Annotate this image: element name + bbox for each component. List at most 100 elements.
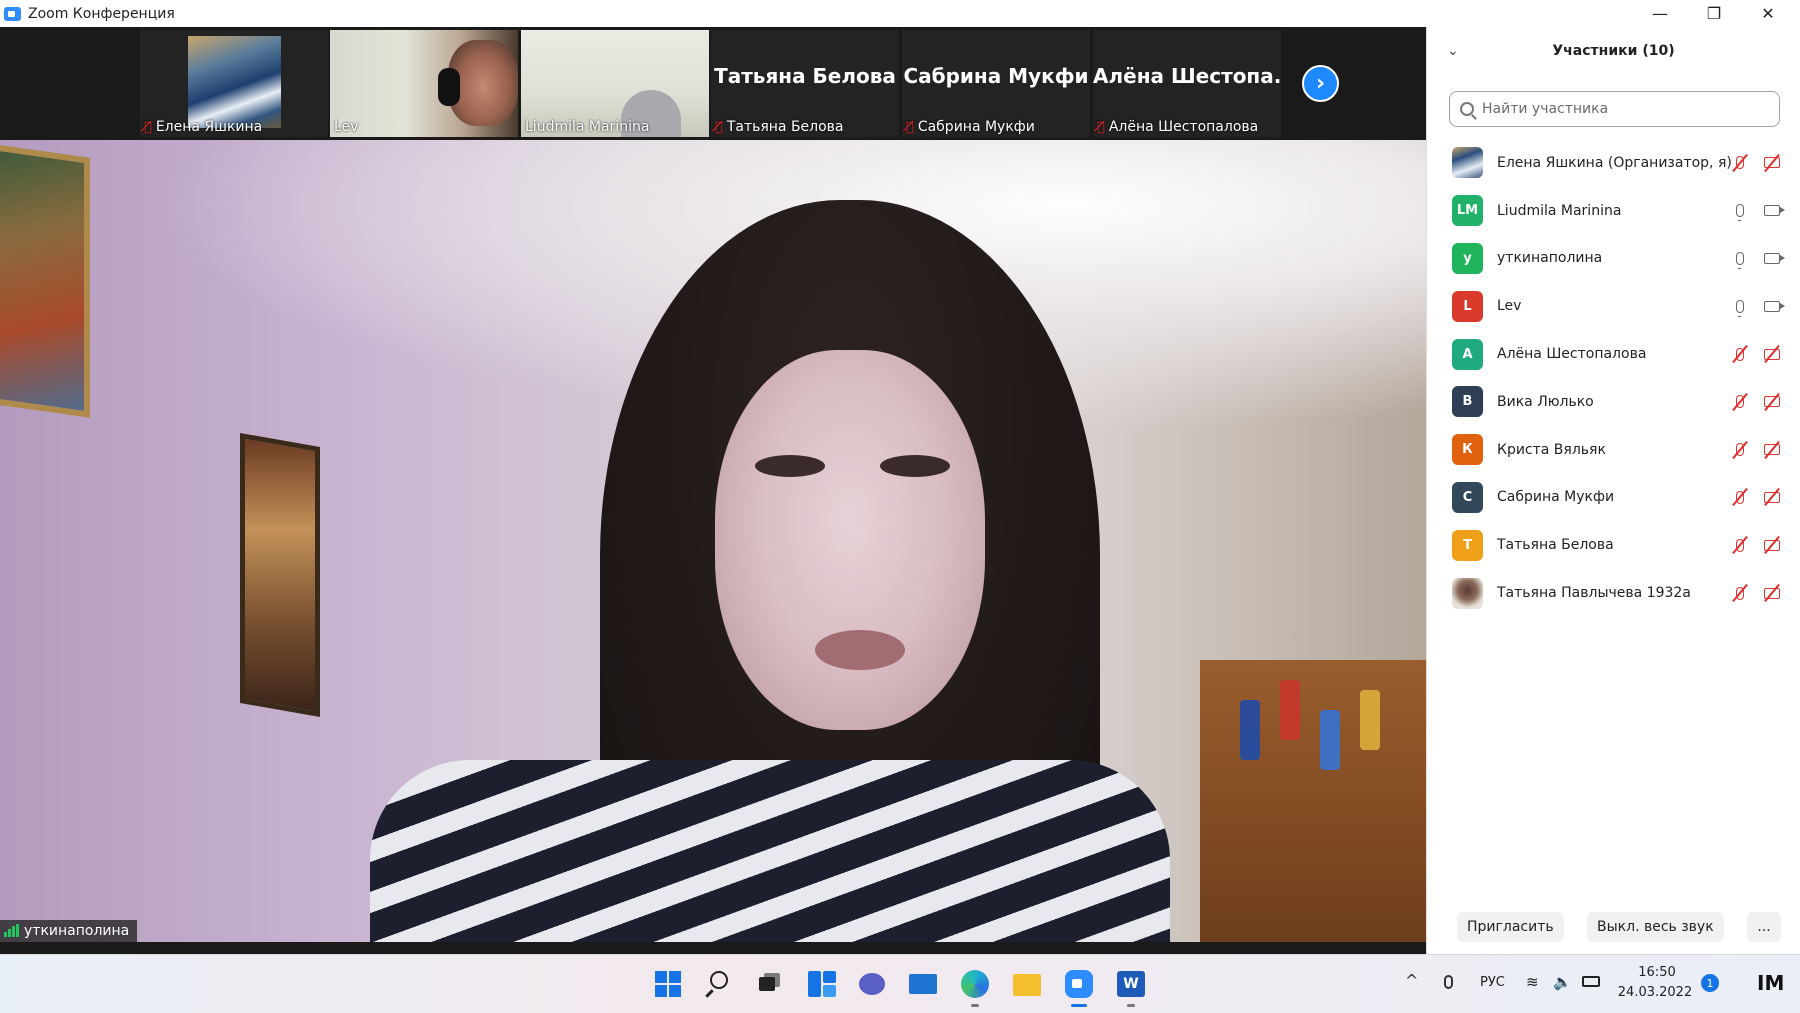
tile-big-name: Татьяна Белова: [714, 64, 896, 88]
video-camera-icon[interactable]: [1761, 248, 1785, 268]
zoom-app-icon[interactable]: [1062, 967, 1096, 1007]
task-view-icon[interactable]: [752, 967, 786, 1001]
microphone-muted-icon[interactable]: [1729, 392, 1751, 412]
widgets-icon[interactable]: [805, 967, 839, 1001]
windows-start-icon[interactable]: [651, 967, 685, 1001]
chevron-right-icon: ›: [1315, 71, 1326, 96]
speaker-eye: [755, 455, 825, 477]
participant-row[interactable]: С Сабрина Мукфи: [1427, 474, 1800, 522]
microphone-muted-icon[interactable]: [1729, 153, 1751, 173]
trophy: [1240, 700, 1260, 760]
tile-name: Liudmila Marinina: [525, 119, 650, 135]
tile-big-name: Алёна Шестопа...: [1093, 64, 1281, 88]
panel-title: Участники (10): [1552, 43, 1675, 59]
video-camera-icon[interactable]: [1761, 201, 1785, 221]
participant-row[interactable]: LM Liudmila Marinina: [1427, 187, 1800, 235]
participant-status-icons: [1729, 248, 1785, 269]
participant-row[interactable]: К Криста Вяльяк: [1427, 426, 1800, 474]
video-camera-icon[interactable]: [1761, 296, 1785, 316]
video-tile[interactable]: 🎙̸ Елена Яшкина: [140, 30, 328, 137]
edge-browser-icon[interactable]: [958, 967, 992, 1007]
participant-row[interactable]: Татьяна Павлычева 1932а: [1427, 569, 1800, 617]
avatar: Т: [1452, 529, 1483, 561]
volume-icon[interactable]: 🔈: [1553, 973, 1572, 991]
search-icon: [1460, 102, 1474, 116]
video-camera-off-icon[interactable]: [1761, 392, 1783, 412]
microphone-icon[interactable]: [1729, 248, 1751, 269]
participant-name: уткинаполина: [1497, 250, 1603, 267]
microphone-in-use-icon[interactable]: [1444, 975, 1453, 989]
microphone-muted-icon[interactable]: [1729, 344, 1751, 364]
video-tile[interactable]: Татьяна Белова 🎙̸ Татьяна Белова: [711, 30, 899, 137]
minimize-button[interactable]: —: [1632, 0, 1688, 27]
video-tile[interactable]: Алёна Шестопа... 🎙̸ Алёна Шестопалова: [1093, 30, 1281, 137]
muted-mic-icon: 🎙̸: [906, 119, 914, 135]
tile-name: Алёна Шестопалова: [1108, 119, 1259, 135]
video-camera-off-icon[interactable]: [1761, 487, 1783, 507]
trophy: [1320, 710, 1340, 770]
participants-panel: ⌄ Участники (10) Елена Яшкина (Организат…: [1426, 27, 1800, 954]
more-options-button[interactable]: ...: [1747, 912, 1781, 942]
video-camera-off-icon[interactable]: [1761, 153, 1783, 173]
participant-status-icons: [1729, 583, 1783, 603]
close-button[interactable]: ✕: [1740, 0, 1796, 27]
participant-row[interactable]: А Алёна Шестопалова: [1427, 330, 1800, 378]
video-camera-off-icon[interactable]: [1761, 535, 1783, 555]
restore-button[interactable]: ❐: [1686, 0, 1742, 27]
video-camera-off-icon[interactable]: [1761, 440, 1783, 460]
word-app-icon[interactable]: W: [1114, 967, 1148, 1007]
speaker-name-label: уткинаполина: [0, 920, 138, 942]
microphone-icon[interactable]: [1729, 201, 1751, 222]
video-tile[interactable]: Lev: [330, 30, 518, 137]
tile-big-name: Сабрина Мукфи: [903, 64, 1089, 88]
participant-name: Liudmila Marinina: [1497, 202, 1622, 219]
battery-icon[interactable]: [1582, 976, 1600, 987]
participant-row[interactable]: В Вика Люлько: [1427, 378, 1800, 426]
participant-list: Елена Яшкина (Организатор, я) LM Liudmila …: [1427, 139, 1800, 617]
file-explorer-icon[interactable]: [1010, 967, 1044, 1001]
participant-row[interactable]: у уткинаполина: [1427, 235, 1800, 283]
microphone-muted-icon[interactable]: [1729, 440, 1751, 460]
title-bar: Zoom Конференция — ❐ ✕: [0, 0, 1800, 27]
thumbnail-strip: 🎙̸ Елена Яшкина Lev Liudmila Marinina Та…: [0, 27, 1426, 140]
microphone-icon[interactable]: [1729, 296, 1751, 317]
teams-chat-icon[interactable]: [855, 967, 889, 1001]
avatar: К: [1452, 434, 1483, 466]
avatar: [1452, 577, 1483, 609]
active-speaker-video[interactable]: уткинаполина: [0, 140, 1426, 942]
tile-name: Lev: [334, 119, 359, 135]
participant-row[interactable]: Елена Яшкина (Организатор, я): [1427, 139, 1800, 187]
clock-time[interactable]: 16:50: [1622, 965, 1692, 980]
wifi-icon[interactable]: ≋: [1526, 973, 1539, 991]
participant-row[interactable]: L Lev: [1427, 282, 1800, 330]
participant-search[interactable]: [1449, 91, 1780, 127]
tray-overflow-icon[interactable]: ^: [1405, 971, 1418, 990]
tile-name: Татьяна Белова: [726, 119, 844, 135]
next-page-button[interactable]: ›: [1302, 65, 1339, 102]
shelf: [1200, 660, 1426, 942]
avatar: L: [1452, 290, 1483, 322]
tray-app-icon[interactable]: IM: [1757, 971, 1784, 995]
invite-button[interactable]: Пригласить: [1457, 912, 1564, 942]
video-camera-off-icon[interactable]: [1761, 344, 1783, 364]
search-icon[interactable]: [702, 967, 736, 1001]
tile-label: 🎙̸ Алёна Шестопалова: [1097, 119, 1258, 135]
video-camera-off-icon[interactable]: [1761, 583, 1783, 603]
microphone-muted-icon[interactable]: [1729, 535, 1751, 555]
mail-icon[interactable]: [906, 967, 940, 1001]
participant-name: Татьяна Белова: [1497, 537, 1614, 554]
muted-mic-icon: 🎙̸: [715, 119, 723, 135]
video-tile[interactable]: Liudmila Marinina: [521, 30, 709, 137]
input-language[interactable]: РУС: [1480, 975, 1505, 990]
search-input[interactable]: [1480, 100, 1760, 118]
tile-name: Сабрина Мукфи: [917, 119, 1035, 135]
participant-status-icons: [1729, 440, 1783, 460]
notification-badge[interactable]: 1: [1701, 974, 1719, 992]
microphone-muted-icon[interactable]: [1729, 583, 1751, 603]
video-tile[interactable]: Сабрина Мукфи 🎙̸ Сабрина Мукфи: [902, 30, 1090, 137]
participant-row[interactable]: Т Татьяна Белова: [1427, 521, 1800, 569]
mute-all-button[interactable]: Выкл. весь звук: [1587, 912, 1724, 942]
microphone-muted-icon[interactable]: [1729, 487, 1751, 507]
participant-name: Вика Люлько: [1497, 393, 1594, 410]
clock-date[interactable]: 24.03.2022: [1615, 985, 1695, 1000]
